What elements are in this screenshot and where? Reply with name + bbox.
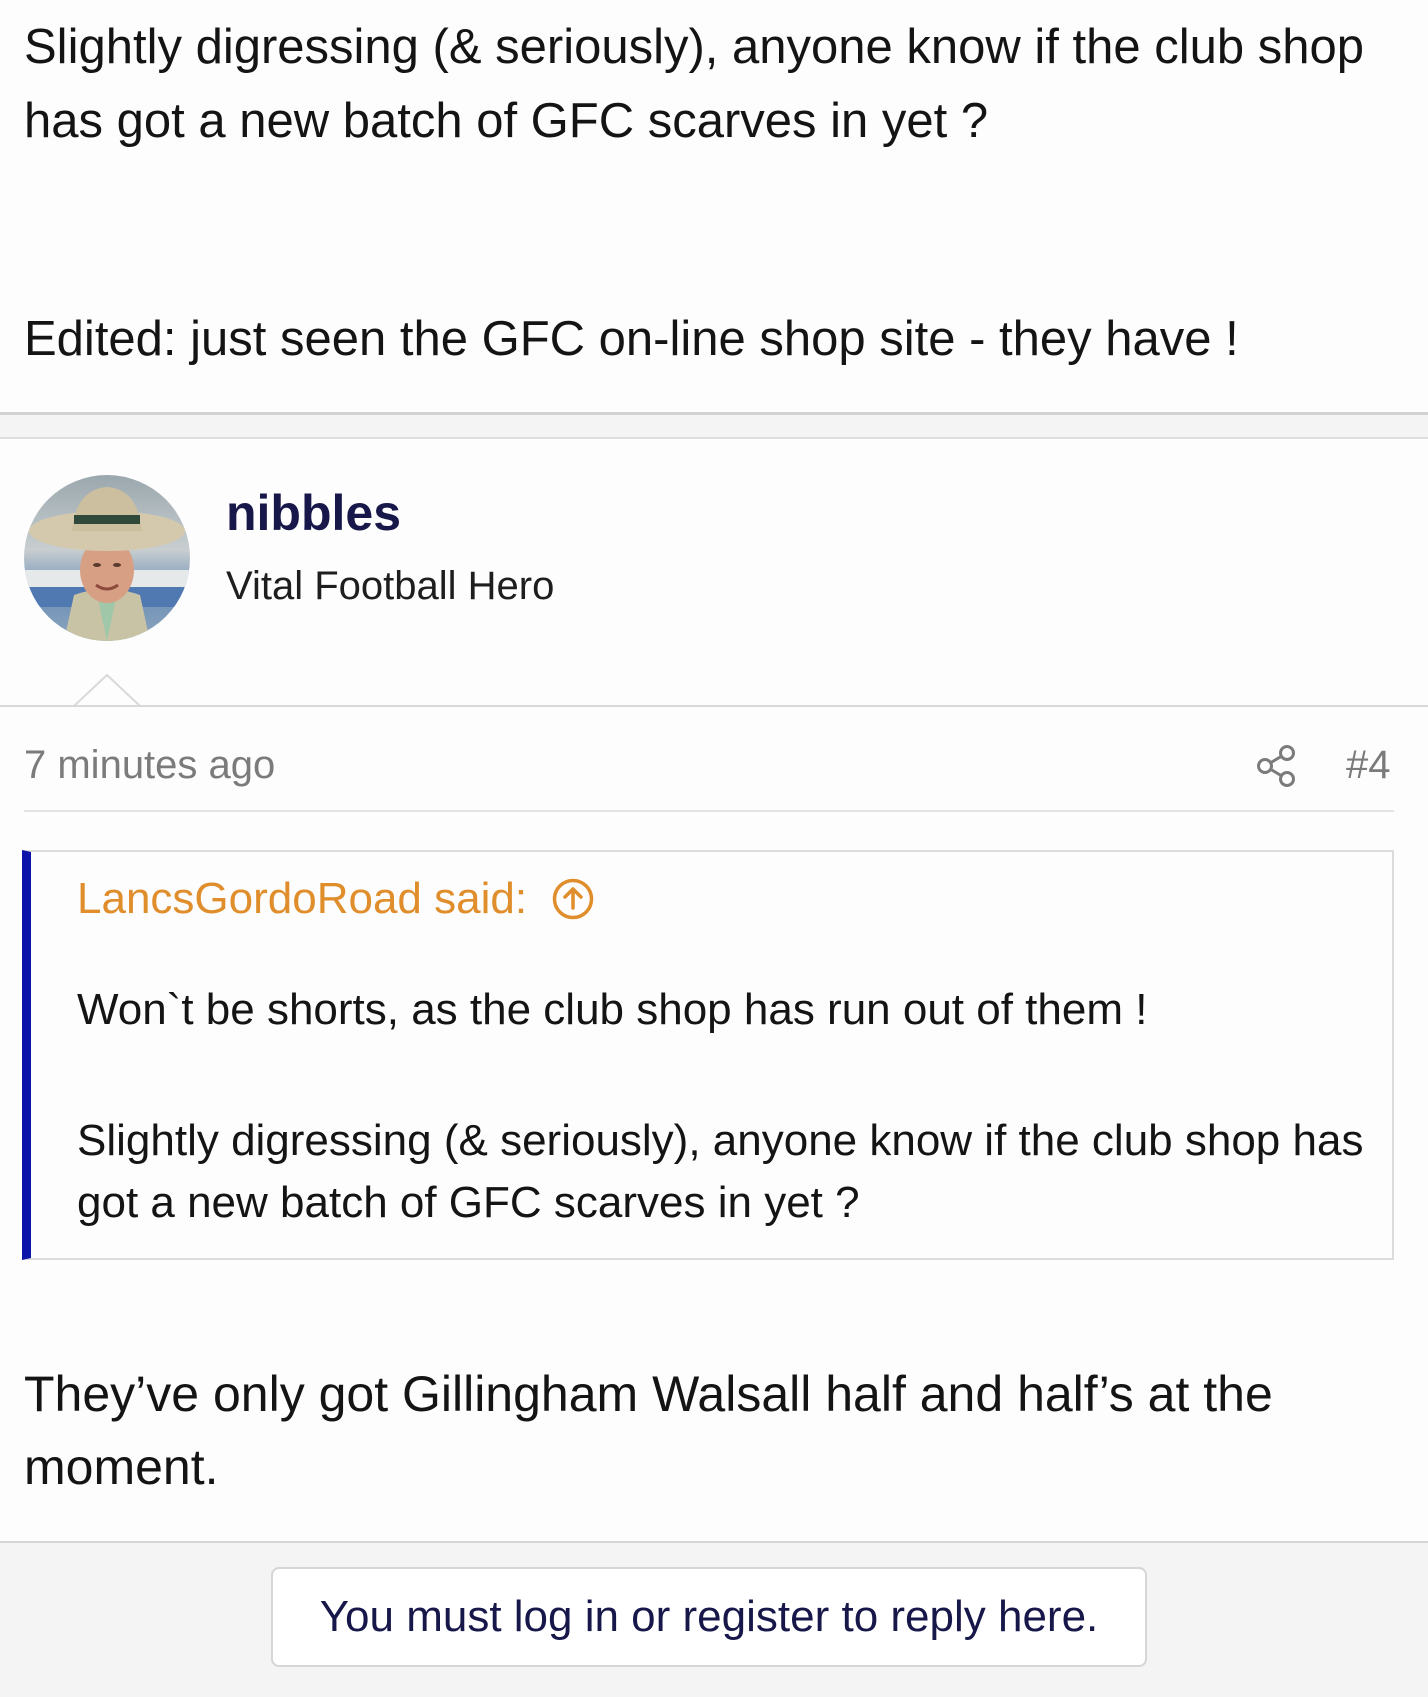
- post-gap: [0, 415, 1428, 437]
- author-divider: [0, 705, 1428, 707]
- quote-attribution[interactable]: LancsGordoRoad said:: [77, 872, 595, 926]
- post-author-title: Vital Football Hero: [226, 564, 555, 608]
- post-author-name[interactable]: nibbles: [226, 483, 401, 543]
- post-number-link[interactable]: #4: [1346, 740, 1391, 790]
- previous-post: Slightly digressing (& seriously), anyon…: [0, 0, 1428, 414]
- share-icon[interactable]: [1256, 744, 1298, 788]
- arrow-up-circle-icon[interactable]: [551, 877, 595, 921]
- thread-page: Slightly digressing (& seriously), anyon…: [0, 0, 1428, 1697]
- blockquote: LancsGordoRoad said: Won`t be shorts, as…: [22, 850, 1394, 1260]
- message-caret-icon: [74, 673, 140, 707]
- meta-divider: [24, 810, 1394, 812]
- quote-text: Slightly digressing (& seriously), anyon…: [77, 1116, 1364, 1227]
- previous-post-edit-note: Edited: just seen the GFC on-line shop s…: [24, 312, 1239, 366]
- user-avatar[interactable]: [24, 475, 190, 641]
- post-body: They’ve only got Gillingham Walsall half…: [24, 1366, 1273, 1495]
- quote-text: Won`t be shorts, as the club shop has ru…: [77, 985, 1148, 1034]
- login-register-button[interactable]: You must log in or register to reply her…: [271, 1567, 1147, 1667]
- previous-post-text: Slightly digressing (& seriously), anyon…: [24, 20, 1365, 148]
- reply-footer: You must log in or register to reply her…: [0, 1543, 1428, 1697]
- quote-author-label[interactable]: LancsGordoRoad said:: [77, 872, 527, 926]
- post-author-block: nibbles Vital Football Hero: [0, 439, 1428, 706]
- post-timestamp[interactable]: 7 minutes ago: [24, 740, 275, 790]
